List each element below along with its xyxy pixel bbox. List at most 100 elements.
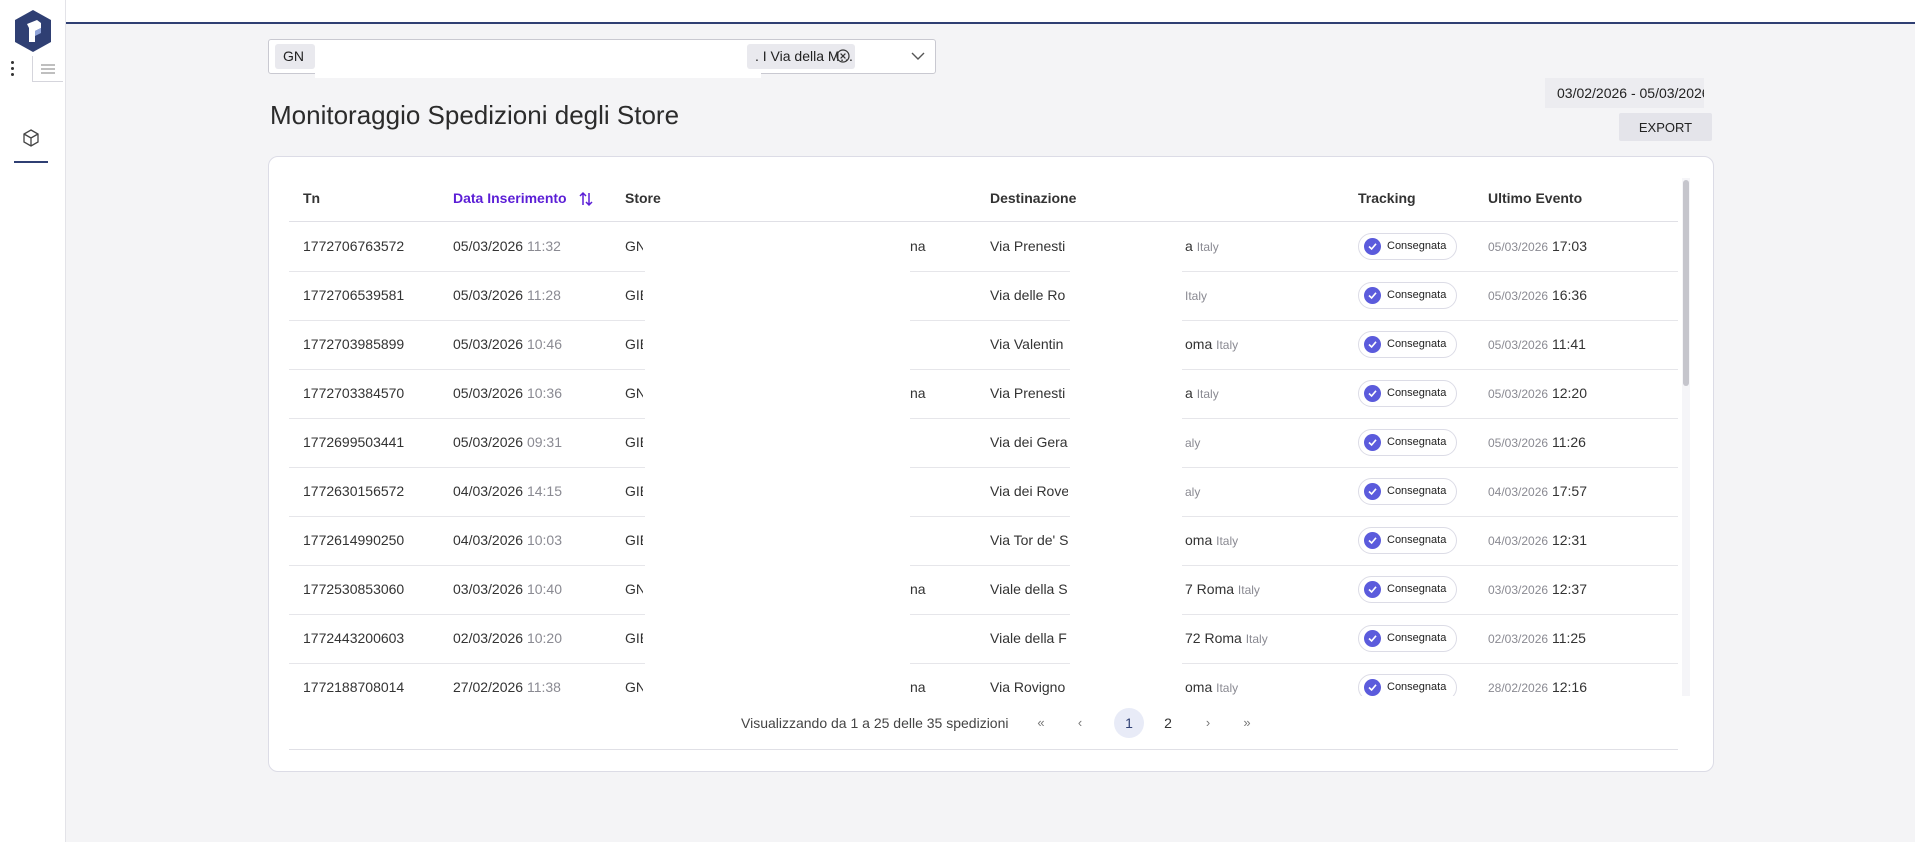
pagination-divider bbox=[289, 749, 1678, 750]
status-badge[interactable]: Consegnata bbox=[1358, 282, 1457, 309]
app-logo-icon[interactable] bbox=[13, 9, 53, 53]
cell-last-event: 02/03/2026 11:25 bbox=[1488, 614, 1648, 663]
status-badge[interactable]: Consegnata bbox=[1358, 429, 1457, 456]
cell-country: Italy bbox=[1216, 338, 1239, 352]
table-row[interactable]: 1772699503441 05/03/2026 09:31 GIE Via dei … bbox=[289, 418, 1678, 468]
cell-date-day: 27/02/2026 bbox=[453, 679, 524, 695]
table-row[interactable]: 1772703985899 05/03/2026 10:46 GIE Via Vale… bbox=[289, 320, 1678, 370]
table-row[interactable]: 1772706763572 05/03/2026 11:32 GN na Via Pre… bbox=[289, 222, 1678, 272]
status-badge[interactable]: Consegnata bbox=[1358, 380, 1457, 407]
header-store: Store bbox=[625, 190, 661, 206]
cell-date: 05/03/2026 10:36 bbox=[453, 369, 613, 418]
check-circle-icon bbox=[1364, 336, 1381, 353]
status-badge[interactable]: Consegnata bbox=[1358, 625, 1457, 652]
shipments-table-card: Tn Data Inserimento Store Destinazione T… bbox=[268, 156, 1714, 772]
cell-date: 04/03/2026 10:03 bbox=[453, 516, 613, 565]
cell-date-day: 02/03/2026 bbox=[453, 630, 524, 646]
page-2-button[interactable]: 2 bbox=[1152, 709, 1184, 737]
page-1-button[interactable]: 1 bbox=[1114, 708, 1144, 738]
cell-date-time: 10:36 bbox=[526, 385, 563, 401]
cell-destination: Via Prenesti bbox=[990, 385, 1066, 401]
cell-store: GIE bbox=[625, 483, 643, 499]
redacted-area bbox=[315, 40, 761, 78]
status-label: Consegnata bbox=[1387, 338, 1447, 350]
cell-date: 05/03/2026 11:32 bbox=[453, 222, 613, 271]
cell-city: 7 Roma bbox=[1185, 581, 1235, 597]
cell-event-time: 16:36 bbox=[1551, 287, 1587, 303]
store-chip[interactable]: GN bbox=[275, 44, 315, 69]
last-page-button[interactable]: » bbox=[1231, 709, 1263, 737]
status-badge[interactable]: Consegnata bbox=[1358, 331, 1457, 358]
cell-tracking: Consegnata bbox=[1358, 222, 1476, 271]
cell-date-day: 05/03/2026 bbox=[453, 434, 524, 450]
table-row[interactable]: 1772614990250 04/03/2026 10:03 GIE Via Tor … bbox=[289, 516, 1678, 566]
cell-store-end bbox=[910, 320, 940, 369]
cell-last-event: 05/03/2026 17:03 bbox=[1488, 222, 1648, 271]
check-circle-icon bbox=[1364, 238, 1381, 255]
header-tn: Tn bbox=[303, 190, 321, 206]
store-chip[interactable]: . I Via della M… bbox=[747, 44, 855, 69]
cell-country: Italy bbox=[1237, 583, 1260, 597]
cell-tn: 1772703384570 bbox=[303, 385, 405, 401]
pagination-summary: Visualizzando da 1 a 25 delle 35 spedizi… bbox=[741, 715, 1009, 731]
status-badge[interactable]: Consegnata bbox=[1358, 233, 1457, 260]
cell-store: GN bbox=[625, 385, 643, 401]
cell-tn: 1772630156572 bbox=[303, 483, 405, 499]
cell-country: Italy bbox=[1216, 681, 1239, 695]
table-row[interactable]: 1772530853060 03/03/2026 10:40 GN na Viale d… bbox=[289, 565, 1678, 615]
close-circle-icon[interactable] bbox=[836, 49, 850, 63]
status-badge[interactable]: Consegnata bbox=[1358, 576, 1457, 603]
cell-date-time: 09:31 bbox=[526, 434, 563, 450]
cell-last-event: 05/03/2026 11:41 bbox=[1488, 320, 1648, 369]
cell-tn: 1772614990250 bbox=[303, 532, 405, 548]
first-page-button[interactable]: « bbox=[1025, 709, 1057, 737]
status-badge[interactable]: Consegnata bbox=[1358, 674, 1457, 696]
cell-store-end bbox=[910, 271, 940, 320]
cell-event-time: 12:20 bbox=[1551, 385, 1587, 401]
shipments-table: Tn Data Inserimento Store Destinazione T… bbox=[289, 176, 1678, 696]
cell-tn: 1772188708014 bbox=[303, 679, 405, 695]
store-filter-select[interactable]: GN . I Via della M… bbox=[268, 39, 936, 78]
cell-date-time: 11:28 bbox=[526, 287, 561, 303]
table-row[interactable]: 1772443200603 02/03/2026 10:20 GIE Viale de… bbox=[289, 614, 1678, 664]
status-label: Consegnata bbox=[1387, 387, 1447, 399]
header-date[interactable]: Data Inserimento bbox=[453, 176, 594, 221]
cell-destination: Via delle Ro bbox=[990, 287, 1066, 303]
cell-country: aly bbox=[1185, 436, 1201, 450]
cell-date-day: 05/03/2026 bbox=[453, 287, 524, 303]
menu-lines-icon[interactable] bbox=[32, 56, 63, 82]
check-circle-icon bbox=[1364, 483, 1381, 500]
table-row[interactable]: 1772630156572 04/03/2026 14:15 GIE Via dei … bbox=[289, 467, 1678, 517]
header-last-event: Ultimo Evento bbox=[1488, 190, 1583, 206]
check-circle-icon bbox=[1364, 434, 1381, 451]
more-options-icon[interactable] bbox=[11, 61, 15, 77]
chevron-down-icon[interactable] bbox=[911, 51, 925, 61]
sort-arrows-icon[interactable] bbox=[578, 191, 594, 207]
table-row[interactable]: 1772706539581 05/03/2026 11:28 GIE Via dell… bbox=[289, 271, 1678, 321]
next-page-button[interactable]: › bbox=[1192, 709, 1224, 737]
cell-store-end: na bbox=[910, 679, 926, 695]
check-circle-icon bbox=[1364, 630, 1381, 647]
cell-store-end bbox=[910, 516, 940, 565]
status-badge[interactable]: Consegnata bbox=[1358, 478, 1457, 505]
cell-event-date: 05/03/2026 bbox=[1488, 338, 1549, 352]
cell-destination: Via Valentin bbox=[990, 336, 1064, 352]
sidebar bbox=[0, 0, 66, 842]
sidebar-item-shipments[interactable] bbox=[14, 125, 48, 163]
status-label: Consegnata bbox=[1387, 681, 1447, 693]
table-row[interactable]: 1772703384570 05/03/2026 10:36 GN na Via Pre… bbox=[289, 369, 1678, 419]
cell-destination: Via Prenesti bbox=[990, 238, 1066, 254]
cell-country: Italy bbox=[1196, 240, 1219, 254]
cell-date-time: 10:03 bbox=[526, 532, 563, 548]
scrollbar-thumb[interactable] bbox=[1683, 180, 1689, 386]
table-row[interactable]: 1772188708014 27/02/2026 11:38 GN na Via Rov… bbox=[289, 663, 1678, 696]
status-badge[interactable]: Consegnata bbox=[1358, 527, 1457, 554]
cell-city: oma bbox=[1185, 679, 1213, 695]
cell-store-end bbox=[910, 418, 940, 467]
export-button[interactable]: EXPORT bbox=[1619, 113, 1712, 141]
cell-date: 05/03/2026 09:31 bbox=[453, 418, 613, 467]
header-date-label: Data Inserimento bbox=[453, 190, 567, 206]
prev-page-button[interactable]: ‹ bbox=[1064, 709, 1096, 737]
cell-city: 72 Roma bbox=[1185, 630, 1242, 646]
date-range-picker[interactable]: 03/02/2026 - 05/03/2026 bbox=[1545, 78, 1704, 108]
